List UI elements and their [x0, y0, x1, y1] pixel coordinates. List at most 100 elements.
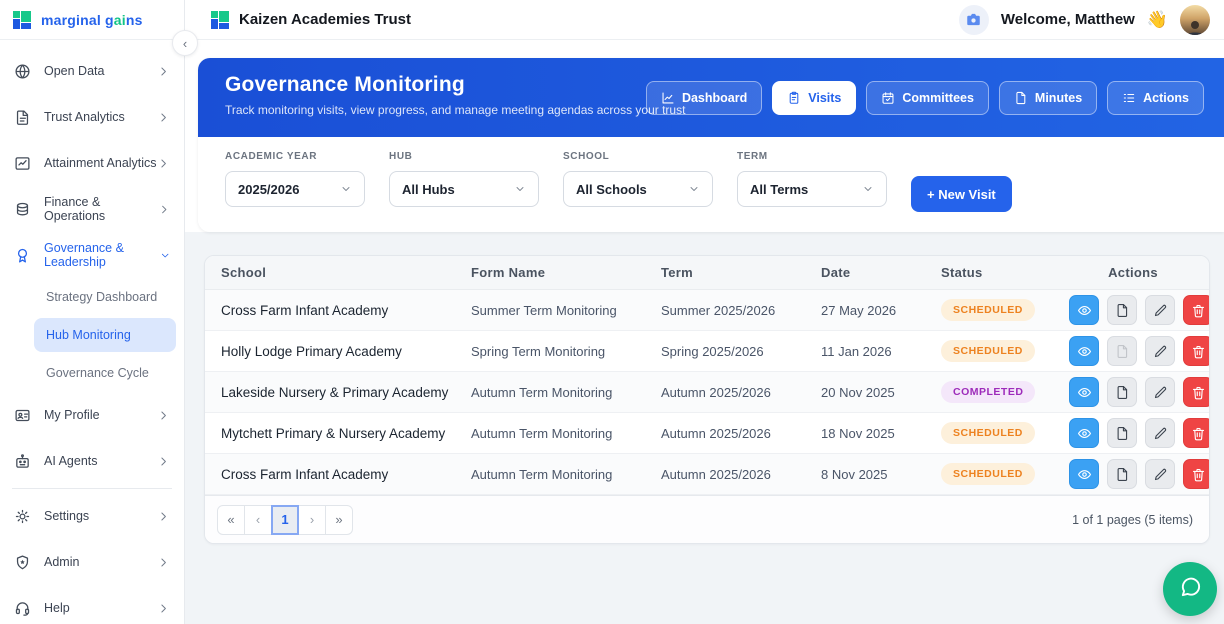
- sidebar-item-help[interactable]: Help: [0, 585, 184, 624]
- globe-icon: [14, 63, 31, 80]
- chevron-right-icon: [157, 510, 170, 523]
- camera-button[interactable]: [959, 5, 989, 35]
- table-row: Lakeside Nursery & Primary AcademyAutumn…: [205, 372, 1209, 413]
- filter-select-academic-year[interactable]: 2025/2026: [225, 171, 365, 207]
- document-icon: [14, 109, 31, 126]
- status-badge: SCHEDULED: [941, 463, 1035, 485]
- sidebar-collapse-button[interactable]: ‹: [172, 30, 198, 56]
- sidebar-subitem-governance-cycle[interactable]: Governance Cycle: [34, 354, 176, 392]
- pagination: «‹1›»: [217, 505, 353, 535]
- filter-select-hub[interactable]: All Hubs: [389, 171, 539, 207]
- view-button[interactable]: [1069, 295, 1099, 325]
- table-row: Holly Lodge Primary AcademySpring Term M…: [205, 331, 1209, 372]
- chevron-down-icon: [862, 183, 874, 195]
- edit-button[interactable]: [1145, 336, 1175, 366]
- view-button[interactable]: [1069, 336, 1099, 366]
- filter-academic-year: ACADEMIC YEAR2025/2026: [225, 151, 365, 212]
- chart-line-icon: [661, 91, 675, 105]
- welcome-text: Welcome, Matthew: [1001, 11, 1135, 28]
- chevron-right-icon: [158, 203, 170, 216]
- sidebar-subitem-strategy-dashboard[interactable]: Strategy Dashboard: [34, 278, 176, 316]
- table-header-row: SchoolForm NameTermDateStatusActions: [205, 256, 1209, 290]
- status-badge: SCHEDULED: [941, 422, 1035, 444]
- edit-button[interactable]: [1145, 418, 1175, 448]
- chevron-down-icon: [340, 183, 352, 195]
- wave-emoji: 👋: [1147, 10, 1168, 30]
- sidebar-item-governance-leadership[interactable]: Governance & Leadership: [0, 232, 184, 278]
- report-button[interactable]: [1107, 336, 1137, 366]
- app-logo: marginal gains: [0, 0, 184, 40]
- file-icon: [1014, 91, 1028, 105]
- table-row: Mytchett Primary & Nursery AcademyAutumn…: [205, 413, 1209, 454]
- sidebar-subitem-hub-monitoring[interactable]: Hub Monitoring: [34, 318, 176, 352]
- delete-button[interactable]: [1183, 418, 1210, 448]
- view-button[interactable]: [1069, 377, 1099, 407]
- report-button[interactable]: [1107, 459, 1137, 489]
- filter-select-school[interactable]: All Schools: [563, 171, 713, 207]
- hero-tab-dashboard[interactable]: Dashboard: [646, 81, 762, 115]
- page-next-button[interactable]: ›: [298, 505, 326, 535]
- shield-star-icon: [14, 554, 31, 571]
- sidebar-item-admin[interactable]: Admin: [0, 539, 184, 585]
- page-info: 1 of 1 pages (5 items): [1072, 513, 1193, 527]
- page-first-button[interactable]: «: [217, 505, 245, 535]
- table-row: Cross Farm Infant AcademySummer Term Mon…: [205, 290, 1209, 331]
- chevron-down-icon: [514, 183, 526, 195]
- sidebar-item-my-profile[interactable]: My Profile: [0, 392, 184, 438]
- edit-button[interactable]: [1145, 295, 1175, 325]
- hero-tab-minutes[interactable]: Minutes: [999, 81, 1097, 115]
- chevron-right-icon: [157, 65, 170, 78]
- new-visit-button[interactable]: + New Visit: [911, 176, 1012, 212]
- column-header-date: Date: [821, 265, 941, 280]
- page-number-button[interactable]: 1: [271, 505, 299, 535]
- sidebar-item-finance-operations[interactable]: Finance & Operations: [0, 186, 184, 232]
- column-header-school: School: [221, 265, 471, 280]
- sidebar-item-ai-agents[interactable]: AI Agents: [0, 438, 184, 484]
- chat-fab-button[interactable]: [1163, 562, 1217, 616]
- calendar-check-icon: [881, 91, 895, 105]
- status-badge: SCHEDULED: [941, 299, 1035, 321]
- list-check-icon: [1122, 91, 1136, 105]
- robot-icon: [14, 453, 31, 470]
- main-content: Governance Monitoring Track monitoring v…: [185, 40, 1224, 624]
- report-button[interactable]: [1107, 295, 1137, 325]
- edit-button[interactable]: [1145, 459, 1175, 489]
- chevron-right-icon: [157, 111, 170, 124]
- gear-icon: [14, 508, 31, 525]
- id-card-icon: [14, 407, 31, 424]
- chevron-down-icon: [688, 183, 700, 195]
- coins-icon: [14, 201, 31, 218]
- edit-button[interactable]: [1145, 377, 1175, 407]
- delete-button[interactable]: [1183, 459, 1210, 489]
- filter-select-term[interactable]: All Terms: [737, 171, 887, 207]
- sidebar-item-attainment-analytics[interactable]: Attainment Analytics: [0, 140, 184, 186]
- column-header-term: Term: [661, 265, 821, 280]
- column-header-status: Status: [941, 265, 1069, 280]
- view-button[interactable]: [1069, 459, 1099, 489]
- page-prev-button[interactable]: ‹: [244, 505, 272, 535]
- report-button[interactable]: [1107, 418, 1137, 448]
- brand-squares-icon: [13, 11, 31, 29]
- hero-tab-actions[interactable]: Actions: [1107, 81, 1204, 115]
- delete-button[interactable]: [1183, 336, 1210, 366]
- report-button[interactable]: [1107, 377, 1137, 407]
- delete-button[interactable]: [1183, 295, 1210, 325]
- delete-button[interactable]: [1183, 377, 1210, 407]
- hero-tab-committees[interactable]: Committees: [866, 81, 989, 115]
- user-avatar[interactable]: [1180, 5, 1210, 35]
- page-last-button[interactable]: »: [325, 505, 353, 535]
- sidebar-item-settings[interactable]: Settings: [0, 493, 184, 539]
- table-body: Cross Farm Infant AcademySummer Term Mon…: [205, 290, 1209, 495]
- filter-hub: HUBAll Hubs: [389, 151, 539, 212]
- visits-table: SchoolForm NameTermDateStatusActions Cro…: [204, 255, 1210, 544]
- view-button[interactable]: [1069, 418, 1099, 448]
- hero-tab-visits[interactable]: Visits: [772, 81, 856, 115]
- sidebar-item-open-data[interactable]: Open Data: [0, 48, 184, 94]
- sidebar-item-trust-analytics[interactable]: Trust Analytics: [0, 94, 184, 140]
- column-header-form-name: Form Name: [471, 265, 661, 280]
- chat-bubble-icon: [1179, 575, 1202, 603]
- headset-icon: [14, 600, 31, 617]
- chevron-right-icon: [157, 602, 170, 615]
- chevron-right-icon: [157, 409, 170, 422]
- chevron-right-icon: [157, 157, 170, 170]
